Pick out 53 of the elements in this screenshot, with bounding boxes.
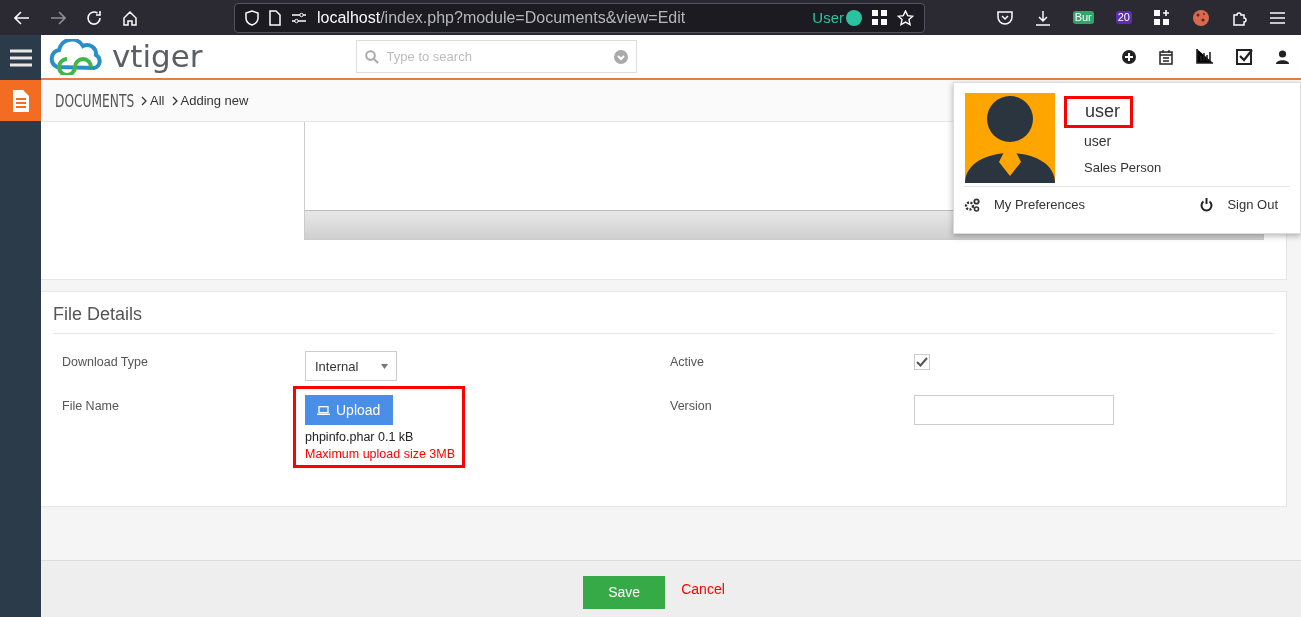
url-field[interactable]: localhost/index.php?module=Documents&view=Edit User [234, 2, 925, 33]
user-name: user [1064, 96, 1133, 128]
user-role: Sales Person [1083, 160, 1162, 175]
preferences-link[interactable]: My Preferences [964, 197, 1086, 212]
gears-icon [964, 197, 980, 212]
caret-icon [381, 363, 388, 369]
shield-icon[interactable] [245, 9, 259, 26]
container-label: User [812, 9, 844, 26]
back-arrow-icon[interactable] [14, 10, 30, 25]
sliders-icon[interactable] [291, 11, 307, 24]
page-icon[interactable] [269, 9, 281, 26]
url-text[interactable]: localhost/index.php?module=Documents&view=Edit [317, 8, 686, 27]
breadcrumb-link[interactable]: All [150, 93, 165, 108]
download-icon[interactable] [1034, 9, 1051, 26]
sign-out-link[interactable]: Sign Out [1200, 197, 1278, 212]
puzzle-icon[interactable] [1232, 9, 1248, 26]
star-icon[interactable] [897, 9, 914, 26]
chevron-icon [171, 95, 178, 106]
section-title: File Details [53, 304, 1274, 334]
container-dot-icon [846, 9, 862, 26]
extension-badge[interactable]: 20 [1115, 11, 1132, 24]
field-label: Version [670, 398, 713, 415]
laptop-icon [317, 405, 330, 415]
field-label: Download Type [62, 354, 149, 371]
home-icon[interactable] [122, 9, 138, 26]
file-name: phpinfo.phar 0.1 kB [305, 430, 414, 444]
download-type-select[interactable]: Internal [305, 351, 397, 381]
logo-text: vtiger [112, 41, 203, 72]
upload-size-note: Maximum upload size 3MB [305, 447, 456, 461]
forward-arrow-icon[interactable] [50, 10, 66, 25]
field-label: Active [670, 354, 706, 371]
user-login: user [1083, 133, 1112, 149]
plus-icon[interactable] [1122, 49, 1136, 64]
search-box[interactable]: Type to search [355, 40, 637, 73]
power-icon [1200, 197, 1214, 212]
reload-icon[interactable] [86, 9, 102, 26]
extension-grid-icon[interactable] [1154, 9, 1170, 26]
search-icon [364, 49, 379, 64]
field-label: File Name [62, 398, 120, 415]
search-field[interactable]: Type to search [384, 48, 608, 65]
menu-icon[interactable] [9, 48, 32, 67]
cookie-icon[interactable] [1192, 8, 1210, 27]
calendar-icon[interactable] [1159, 48, 1173, 65]
version-field[interactable] [914, 395, 1114, 425]
document-icon[interactable] [12, 89, 29, 112]
active-checkbox[interactable] [914, 354, 930, 370]
pocket-icon[interactable] [996, 10, 1013, 25]
module-title[interactable]: DOCUMENTS [55, 90, 135, 111]
bar-chart-icon[interactable] [1196, 49, 1213, 64]
user-icon[interactable] [1276, 49, 1289, 64]
checkbox-icon[interactable] [1236, 48, 1253, 65]
chevron-icon [141, 95, 148, 106]
grid-icon[interactable] [872, 10, 887, 25]
